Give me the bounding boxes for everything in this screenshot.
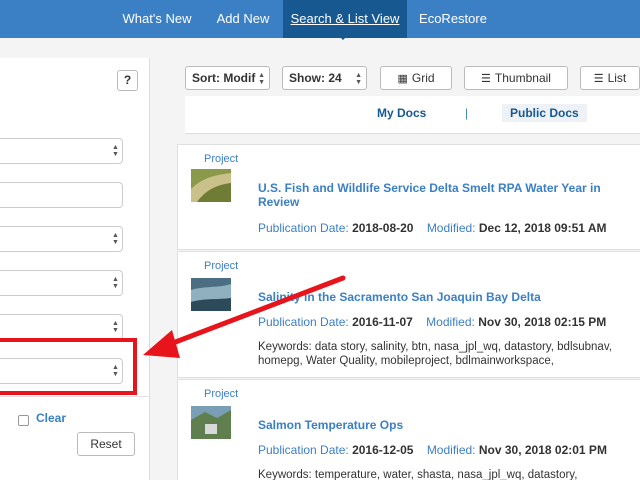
annotation-arrow-icon	[143, 275, 346, 358]
